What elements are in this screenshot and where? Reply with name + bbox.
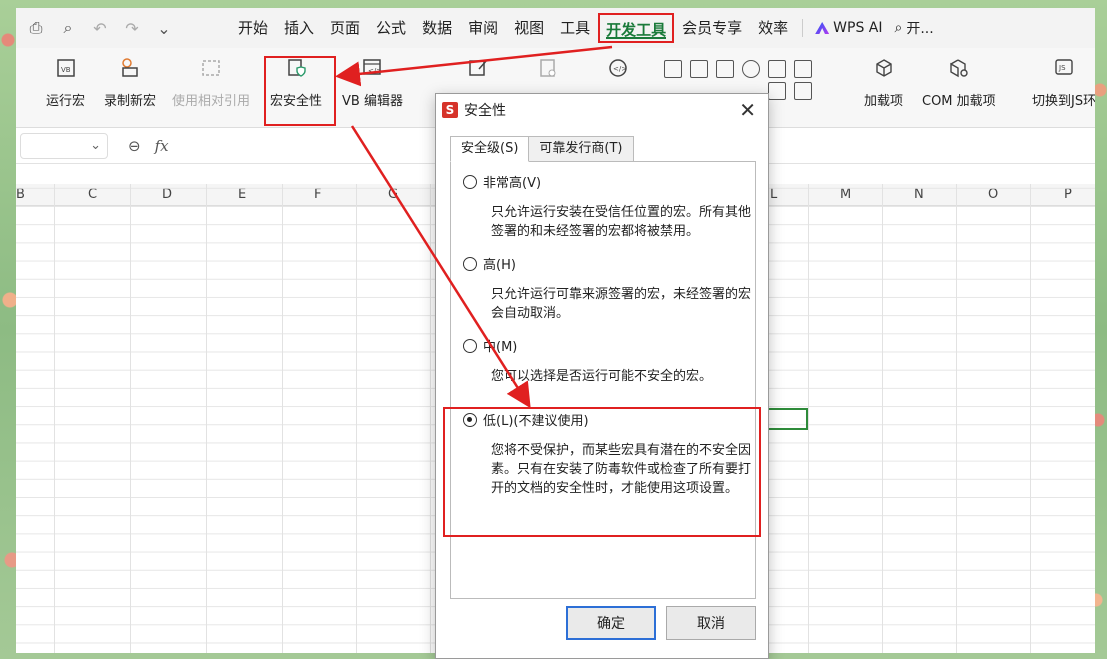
frame-control-icon[interactable] bbox=[716, 60, 734, 78]
grid-line bbox=[54, 184, 55, 653]
js-icon: JS bbox=[1050, 48, 1078, 88]
grid-line bbox=[1030, 184, 1031, 653]
addins-button[interactable]: 加载项 bbox=[864, 48, 903, 109]
ok-button[interactable]: 确定 bbox=[566, 606, 656, 640]
menu-review[interactable]: 审阅 bbox=[460, 13, 506, 43]
print-preview-icon[interactable]: ⌕ bbox=[58, 18, 78, 38]
menu-page[interactable]: 页面 bbox=[322, 13, 368, 43]
grid-line bbox=[882, 184, 883, 653]
cube-icon bbox=[870, 48, 898, 88]
code-circle-icon: </> bbox=[604, 48, 632, 88]
cube-gear-icon bbox=[945, 48, 973, 88]
formula-tools: ⊖ fx bbox=[128, 137, 169, 155]
radio-very-high[interactable] bbox=[463, 174, 477, 189]
quick-access-toolbar: ⎙ ⌕ ↶ ↷ ⌄ bbox=[16, 18, 174, 38]
macro-security-highlight bbox=[264, 56, 336, 126]
record-macro-button[interactable]: 录制新宏 bbox=[104, 48, 156, 109]
relative-reference-button[interactable]: 使用相对引用 bbox=[172, 48, 250, 109]
name-box[interactable]: ⌄ bbox=[20, 132, 108, 159]
wps-sheet-logo-icon: S bbox=[442, 102, 458, 118]
dialog-tabs: 安全级(S) 可靠发行商(T) bbox=[450, 136, 634, 162]
vb-script-icon: VB bbox=[52, 48, 80, 88]
menu-member[interactable]: 会员专享 bbox=[674, 13, 750, 43]
svg-text:</>: </> bbox=[613, 65, 627, 73]
fx-icon[interactable]: fx bbox=[155, 137, 169, 155]
textbox-control-icon[interactable] bbox=[690, 60, 708, 78]
radio-control-icon[interactable] bbox=[742, 60, 760, 78]
selected-cell[interactable] bbox=[766, 408, 808, 430]
chevron-down-icon[interactable]: ⌄ bbox=[154, 19, 174, 38]
tab-trusted-publishers[interactable]: 可靠发行商(T) bbox=[528, 136, 634, 162]
menu-view[interactable]: 视图 bbox=[506, 13, 552, 43]
list-control-icon[interactable] bbox=[794, 82, 812, 100]
radio-high[interactable] bbox=[463, 256, 477, 271]
option-description: 只允许运行安装在受信任位置的宏。所有其他签署的和未经签署的宏都将被禁用。 bbox=[491, 205, 752, 239]
menu-efficiency[interactable]: 效率 bbox=[750, 13, 796, 43]
grid-line bbox=[430, 184, 431, 653]
radio-medium[interactable] bbox=[463, 338, 477, 353]
svg-text:</>: </> bbox=[368, 67, 382, 75]
menu-data[interactable]: 数据 bbox=[414, 13, 460, 43]
option-label[interactable]: 中(M) bbox=[483, 336, 517, 355]
com-addins-button[interactable]: COM 加载项 bbox=[922, 48, 996, 109]
checkbox-control-icon[interactable] bbox=[664, 60, 682, 78]
security-dialog: S 安全性 ✕ 安全级(S) 可靠发行商(T) 非常高(V) 只允许运行安装在受… bbox=[435, 93, 769, 659]
menu-bar: ⎙ ⌕ ↶ ↷ ⌄ 开始 插入 页面 公式 数据 审阅 视图 工具 开发工具 会… bbox=[16, 8, 1095, 48]
grid-line bbox=[130, 184, 131, 653]
close-icon[interactable]: ✕ bbox=[739, 98, 756, 122]
dialog-titlebar: S 安全性 bbox=[436, 94, 768, 126]
menu-divider bbox=[802, 19, 804, 37]
menu-developer[interactable]: 开发工具 bbox=[598, 13, 675, 43]
option-description: 您可以选择是否运行可能不安全的宏。 bbox=[491, 369, 713, 384]
view-code-button[interactable]: </> bbox=[604, 48, 632, 88]
menu-tools[interactable]: 工具 bbox=[552, 13, 598, 43]
properties-icon bbox=[534, 48, 562, 88]
print-icon[interactable]: ⎙ bbox=[26, 18, 46, 38]
option-very-high: 非常高(V) 只允许运行安装在受信任位置的宏。所有其他签署的和未经签署的宏都将被… bbox=[463, 172, 751, 241]
record-icon bbox=[116, 48, 144, 88]
form-design-button[interactable] bbox=[464, 48, 492, 88]
chevron-down-icon: ⌄ bbox=[90, 138, 101, 153]
dialog-title: 安全性 bbox=[464, 103, 506, 119]
svg-text:JS: JS bbox=[1058, 64, 1066, 72]
edit-form-icon bbox=[464, 48, 492, 88]
option-medium: 中(M) 您可以选择是否运行可能不安全的宏。 bbox=[463, 336, 751, 386]
image-control-icon[interactable] bbox=[768, 82, 786, 100]
search-icon: ⌕ bbox=[894, 20, 903, 36]
search-button[interactable]: ⌕ 开... bbox=[889, 18, 940, 38]
menu-tabs: 开始 插入 页面 公式 数据 审阅 视图 工具 开发工具 会员专享 效率 WPS… bbox=[230, 8, 940, 48]
grid-line bbox=[282, 184, 283, 653]
svg-text:VB: VB bbox=[61, 66, 71, 74]
redo-icon[interactable]: ↷ bbox=[122, 19, 142, 38]
zoom-formula-icon[interactable]: ⊖ bbox=[128, 137, 141, 155]
relative-reference-icon bbox=[197, 48, 225, 88]
menu-insert[interactable]: 插入 bbox=[276, 13, 322, 43]
grid-line bbox=[956, 184, 957, 653]
search-label: 开... bbox=[906, 21, 934, 37]
grid-line bbox=[206, 184, 207, 653]
grid-line bbox=[356, 184, 357, 653]
undo-icon[interactable]: ↶ bbox=[90, 19, 110, 38]
vb-editor-button[interactable]: </> VB 编辑器 bbox=[342, 48, 403, 109]
code-window-icon: </> bbox=[358, 48, 386, 88]
tab-security-level[interactable]: 安全级(S) bbox=[450, 136, 530, 162]
spin-control-icon[interactable] bbox=[768, 60, 786, 78]
run-macro-button[interactable]: VB 运行宏 bbox=[46, 48, 85, 109]
option-label[interactable]: 非常高(V) bbox=[483, 172, 541, 191]
switch-js-button[interactable]: JS 切换到JS环 bbox=[1032, 48, 1095, 109]
option-label[interactable]: 高(H) bbox=[483, 254, 516, 273]
wps-ai-label: WPS AI bbox=[833, 20, 883, 36]
low-option-highlight bbox=[443, 407, 761, 537]
wps-ai-button[interactable]: WPS AI bbox=[809, 20, 888, 36]
option-description: 只允许运行可靠来源签署的宏，未经签署的宏会自动取消。 bbox=[491, 287, 752, 321]
cancel-button[interactable]: 取消 bbox=[666, 606, 756, 640]
combo-control-icon[interactable] bbox=[794, 60, 812, 78]
grid-line bbox=[808, 184, 809, 653]
properties-button[interactable] bbox=[534, 48, 562, 88]
menu-home[interactable]: 开始 bbox=[230, 13, 276, 43]
wps-ai-icon bbox=[815, 22, 830, 34]
menu-formula[interactable]: 公式 bbox=[368, 13, 414, 43]
option-high: 高(H) 只允许运行可靠来源签署的宏，未经签署的宏会自动取消。 bbox=[463, 254, 751, 323]
